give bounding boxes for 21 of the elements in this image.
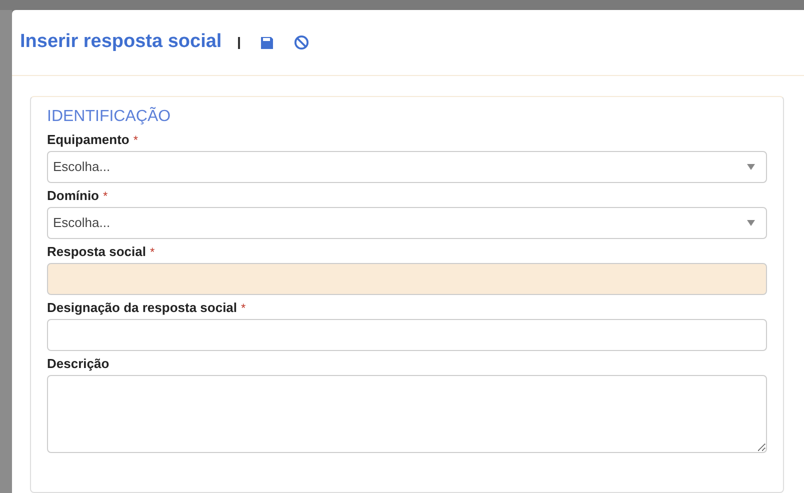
input-field[interactable] <box>47 319 767 351</box>
dropdown-icon <box>747 220 755 226</box>
textarea-field[interactable] <box>47 375 767 453</box>
field-label: Resposta social <box>47 243 146 262</box>
select-value: Escolha... <box>53 214 110 232</box>
field-label: Domínio <box>47 187 99 206</box>
field-label: Descrição <box>47 355 110 374</box>
required-mark: * <box>133 132 138 149</box>
select-field[interactable]: Escolha... <box>47 151 767 183</box>
dropdown-icon <box>747 164 755 170</box>
field-label: Equipamento <box>47 131 130 150</box>
section-title: IDENTIFICAÇÃO <box>47 107 172 127</box>
required-mark: * <box>241 300 246 317</box>
cancel-icon[interactable] <box>294 35 309 50</box>
select-value: Escolha... <box>53 158 110 176</box>
field-label: Designação da resposta social <box>47 299 238 318</box>
save-icon[interactable] <box>260 36 274 50</box>
select-field[interactable]: Escolha... <box>47 207 767 239</box>
required-mark: * <box>150 244 155 261</box>
dialog-title: Inserir resposta social <box>20 30 222 54</box>
required-mark: * <box>103 188 108 205</box>
